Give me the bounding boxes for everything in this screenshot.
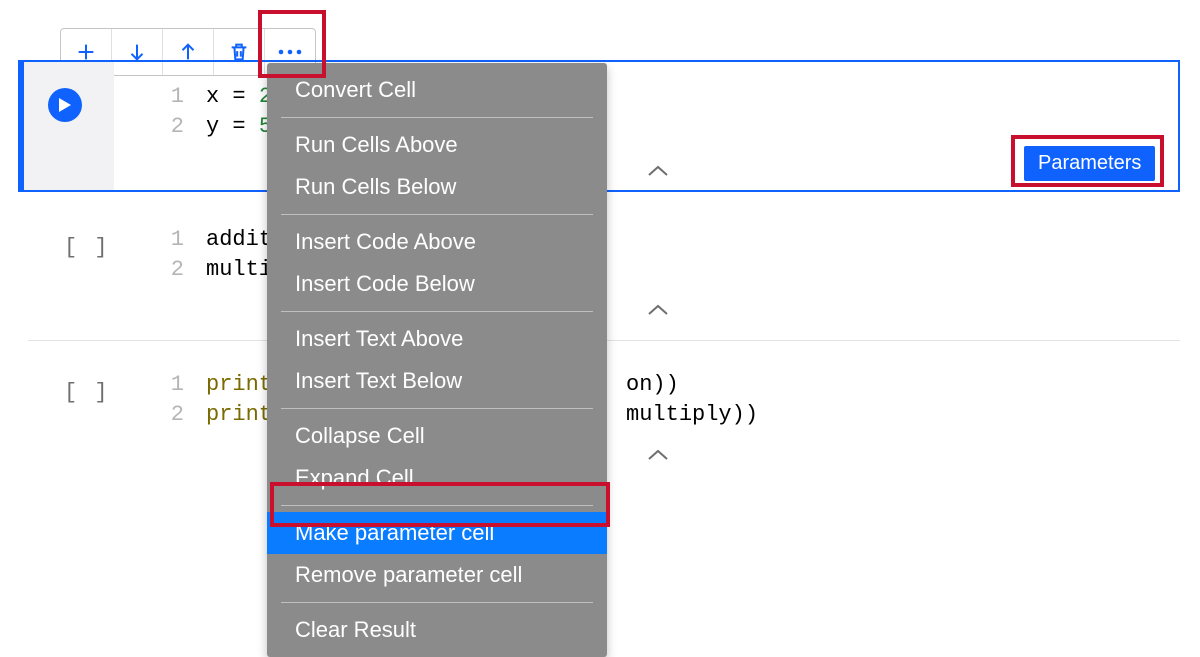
menu-clear-result[interactable]: Clear Result xyxy=(267,609,607,651)
menu-insert-code-below[interactable]: Insert Code Below xyxy=(267,263,607,305)
menu-make-parameter-cell[interactable]: Make parameter cell xyxy=(267,512,607,554)
execution-prompt: [ ] xyxy=(64,380,118,405)
run-cell-button[interactable] xyxy=(48,88,82,122)
menu-convert-cell[interactable]: Convert Cell xyxy=(267,69,607,111)
chevron-up-icon[interactable] xyxy=(646,448,670,462)
line-number: 1 xyxy=(134,225,206,255)
menu-run-cells-above[interactable]: Run Cells Above xyxy=(267,124,607,166)
menu-insert-text-above[interactable]: Insert Text Above xyxy=(267,318,607,360)
execution-prompt-area xyxy=(24,62,114,190)
menu-separator xyxy=(281,214,593,215)
line-number: 2 xyxy=(134,112,206,142)
line-number: 2 xyxy=(134,400,206,430)
menu-separator xyxy=(281,117,593,118)
menu-insert-code-above[interactable]: Insert Code Above xyxy=(267,221,607,263)
menu-remove-parameter-cell[interactable]: Remove parameter cell xyxy=(267,554,607,596)
chevron-up-icon[interactable] xyxy=(646,164,670,178)
cell-context-menu: Convert Cell Run Cells Above Run Cells B… xyxy=(267,63,607,657)
line-number: 2 xyxy=(134,255,206,285)
menu-separator xyxy=(281,311,593,312)
menu-insert-text-below[interactable]: Insert Text Below xyxy=(267,360,607,402)
play-icon xyxy=(58,97,72,113)
chevron-up-icon[interactable] xyxy=(646,303,670,317)
execution-prompt: [ ] xyxy=(64,235,118,260)
ellipsis-icon xyxy=(277,48,303,56)
line-number: 1 xyxy=(134,82,206,112)
parameters-tag: Parameters xyxy=(1024,146,1155,181)
menu-expand-cell[interactable]: Expand Cell xyxy=(267,457,607,499)
menu-separator xyxy=(281,408,593,409)
menu-run-cells-below[interactable]: Run Cells Below xyxy=(267,166,607,208)
menu-separator xyxy=(281,602,593,603)
menu-collapse-cell[interactable]: Collapse Cell xyxy=(267,415,607,457)
line-number: 1 xyxy=(134,370,206,400)
menu-separator xyxy=(281,505,593,506)
